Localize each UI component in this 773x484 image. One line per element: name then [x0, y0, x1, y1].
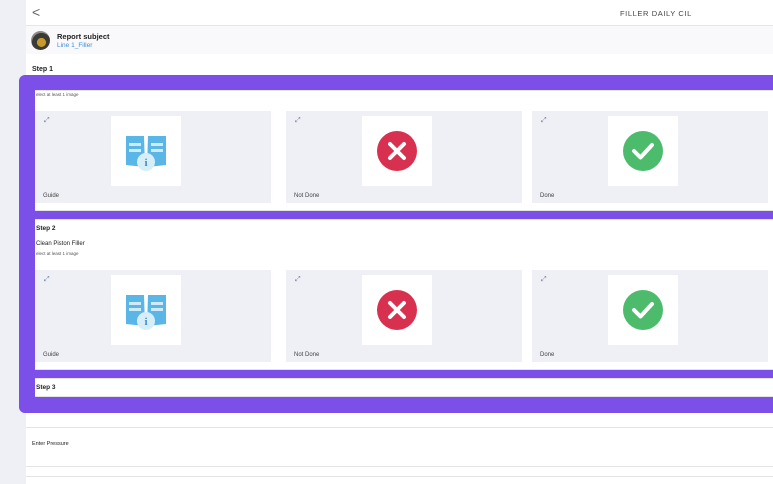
expand-icon[interactable]: ⤢	[295, 117, 301, 124]
subject-title: Report subject	[57, 32, 110, 41]
expand-icon[interactable]: ⤢	[44, 276, 50, 283]
option-label: Guide	[43, 193, 60, 199]
step-1-option-guide[interactable]: ⤢ i Guide	[35, 111, 271, 203]
option-label: Done	[540, 193, 555, 199]
step-2-hint: elect at least 1 image	[36, 251, 79, 256]
step-3-header: Step 3	[36, 384, 56, 391]
step-1-option-done[interactable]: ⤢ Done	[532, 111, 768, 203]
svg-text:i: i	[144, 157, 147, 169]
top-bar: < FILLER DAILY CIL	[26, 0, 773, 26]
step-2-panel: Step 2 Clean Piston Filler elect at leas…	[35, 219, 773, 370]
step-3-panel: Step 3	[35, 378, 773, 397]
report-subject[interactable]: Report subject Line 1_Filler	[26, 26, 773, 54]
step-1-panel: elect at least 1 image ⤢ i Guide ⤢ Not D…	[35, 90, 773, 211]
expand-icon[interactable]: ⤢	[541, 276, 547, 283]
subject-avatar	[31, 31, 50, 50]
option-label: Guide	[43, 352, 60, 358]
option-label: Not Done	[294, 352, 320, 358]
step-2-task: Clean Piston Filler	[36, 241, 85, 247]
step-1-hint: elect at least 1 image	[36, 92, 79, 97]
step-2-header: Step 2	[36, 225, 56, 232]
pressure-field[interactable]: Enter Pressure	[26, 427, 773, 467]
back-arrow-icon[interactable]: <	[32, 4, 40, 20]
guide-book-icon: i	[126, 295, 166, 330]
step-2-option-guide[interactable]: ⤢ i Guide	[35, 270, 271, 362]
step-2-option-not-done[interactable]: ⤢ Not Done	[286, 270, 522, 362]
red-x-icon	[377, 131, 417, 171]
expand-icon[interactable]: ⤢	[44, 117, 50, 124]
subject-line: Line 1_Filler	[57, 42, 93, 49]
expand-icon[interactable]: ⤢	[541, 117, 547, 124]
option-label: Not Done	[294, 193, 320, 199]
option-label: Done	[540, 352, 555, 358]
step-1-header: Step 1	[32, 66, 54, 73]
red-x-icon	[377, 290, 417, 330]
page-title: FILLER DAILY CIL	[620, 9, 692, 18]
svg-text:i: i	[144, 316, 147, 328]
green-check-icon	[623, 290, 663, 330]
divider	[26, 476, 773, 477]
expand-icon[interactable]: ⤢	[295, 276, 301, 283]
pressure-label: Enter Pressure	[32, 441, 69, 447]
step-2-option-done[interactable]: ⤢ Done	[532, 270, 768, 362]
guide-book-icon: i	[126, 136, 166, 171]
step-1-option-not-done[interactable]: ⤢ Not Done	[286, 111, 522, 203]
green-check-icon	[623, 131, 663, 171]
